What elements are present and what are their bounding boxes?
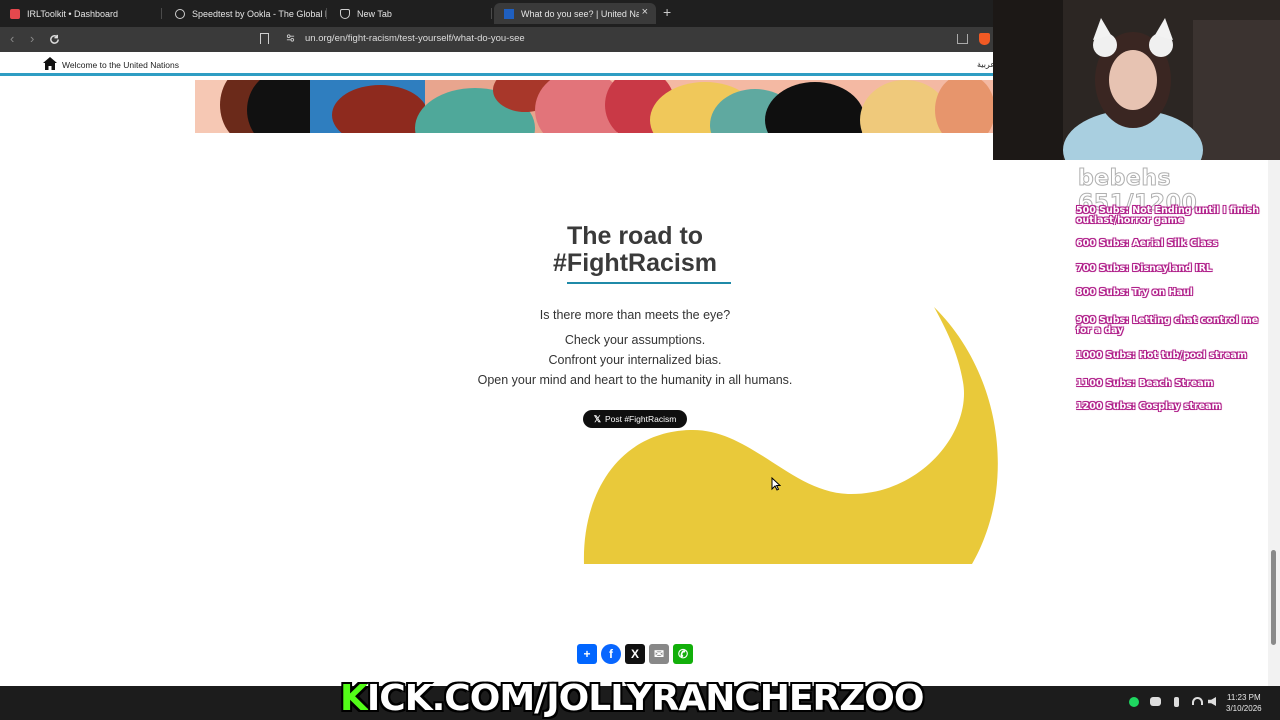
brave-shields-icon[interactable] bbox=[979, 33, 990, 45]
irltoolkit-icon bbox=[10, 8, 20, 19]
address-bar[interactable]: un.org/en/fight-racism/test-yourself/wha… bbox=[305, 33, 525, 44]
spotify-icon[interactable] bbox=[1129, 697, 1139, 707]
welcome-link[interactable]: Welcome to the United Nations bbox=[62, 60, 179, 70]
facebook-icon: f bbox=[609, 647, 613, 661]
clock-time: 11:23 PM bbox=[1226, 693, 1261, 702]
share-add-icon: + bbox=[583, 647, 591, 661]
close-tab-icon[interactable]: × bbox=[642, 6, 648, 18]
share-email-button[interactable]: ✉ bbox=[649, 644, 669, 664]
whatsapp-icon: ✆ bbox=[677, 647, 689, 661]
clock-date: 3/10/2026 bbox=[1226, 704, 1262, 713]
tab-united-nations[interactable]: What do you see? | United Natio × bbox=[494, 3, 656, 24]
back-icon[interactable]: ‹ bbox=[10, 31, 14, 46]
un-icon bbox=[504, 8, 514, 19]
forward-icon[interactable]: › bbox=[30, 31, 34, 46]
yellow-wave-illustration bbox=[583, 307, 998, 564]
sub-goal-item: 1100 Subs: Beach Stream bbox=[1076, 378, 1214, 389]
tab-speedtest[interactable]: Speedtest by Ookla - The Global Broa bbox=[165, 3, 327, 24]
discord-icon[interactable] bbox=[1150, 697, 1161, 706]
webcam-feed bbox=[993, 0, 1280, 160]
share-add-button[interactable]: + bbox=[577, 644, 597, 664]
share-buttons: + f X ✉ ✆ bbox=[577, 644, 693, 664]
tab-label: What do you see? | United Natio bbox=[521, 8, 639, 19]
diverse-faces-banner bbox=[195, 80, 993, 133]
share-icon[interactable] bbox=[957, 34, 968, 44]
tab-label: New Tab bbox=[357, 8, 392, 19]
page-title-line-1: The road to bbox=[566, 222, 704, 250]
microphone-icon[interactable] bbox=[1174, 697, 1179, 707]
sub-goal-item: 1200 Subs: Cosplay stream bbox=[1076, 401, 1222, 412]
new-tab-icon[interactable]: + bbox=[663, 4, 671, 20]
browser-nav-bar: ‹ › un.org/en/fight-racism/test-yourself… bbox=[0, 27, 993, 52]
wifi-icon[interactable] bbox=[1192, 697, 1203, 705]
sub-goal-item: 800 Subs: Try on Haul bbox=[1076, 287, 1193, 298]
email-icon: ✉ bbox=[653, 647, 665, 661]
kick-channel-url: ICK.COM/JOLLYRANCHERZOO bbox=[366, 678, 925, 719]
page-title-line-2: #FightRacism bbox=[553, 249, 717, 277]
post-fightracism-button[interactable]: 𝕏 Post #FightRacism bbox=[583, 410, 687, 428]
speedtest-icon bbox=[175, 8, 185, 19]
sub-goal-item: 700 Subs: Disneyland IRL bbox=[1076, 263, 1212, 274]
site-info-icon[interactable] bbox=[286, 33, 295, 43]
streamer-webcam-image bbox=[993, 0, 1280, 160]
tab-irltoolkit[interactable]: IRLToolkit • Dashboard bbox=[0, 3, 162, 24]
x-icon: X bbox=[630, 647, 639, 661]
sub-goal-item: 900 Subs: Letting chat control me for a … bbox=[1076, 315, 1259, 336]
tab-label: Speedtest by Ookla - The Global Broa bbox=[192, 8, 327, 19]
page-title: The road to #FightRacism bbox=[535, 223, 735, 277]
kick-channel-banner: KICK.COM/JOLLYRANCHERZOO bbox=[340, 678, 980, 720]
scrollbar-thumb[interactable] bbox=[1271, 550, 1276, 645]
tab-label: IRLToolkit • Dashboard bbox=[27, 8, 119, 19]
share-x-button[interactable]: X bbox=[625, 644, 645, 664]
kick-logo-letter: K bbox=[340, 678, 368, 719]
tab-new-tab[interactable]: New Tab bbox=[330, 3, 492, 24]
sub-goal-item: 1000 Subs: Hot tub/pool stream bbox=[1076, 350, 1247, 361]
home-icon[interactable] bbox=[43, 57, 57, 70]
reload-icon[interactable] bbox=[49, 34, 60, 45]
sub-goal-item: 500 Subs: Not Ending until I finish outl… bbox=[1076, 205, 1260, 226]
share-facebook-button[interactable]: f bbox=[601, 644, 621, 664]
bookmark-icon[interactable] bbox=[260, 33, 269, 44]
post-button-label: Post #FightRacism bbox=[604, 414, 677, 424]
taskbar-clock[interactable]: 11:23 PM 3/10/2026 bbox=[1226, 692, 1262, 714]
brave-shield-icon bbox=[340, 8, 350, 19]
share-whatsapp-button[interactable]: ✆ bbox=[673, 644, 693, 664]
sub-goal-item: 600 Subs: Aerial Silk Class bbox=[1076, 238, 1218, 249]
x-logo-icon: 𝕏 bbox=[593, 413, 601, 424]
un-top-bar: Welcome to the United Nations عربية bbox=[0, 52, 995, 76]
mouse-cursor-icon bbox=[771, 477, 781, 491]
title-underline bbox=[567, 282, 731, 284]
